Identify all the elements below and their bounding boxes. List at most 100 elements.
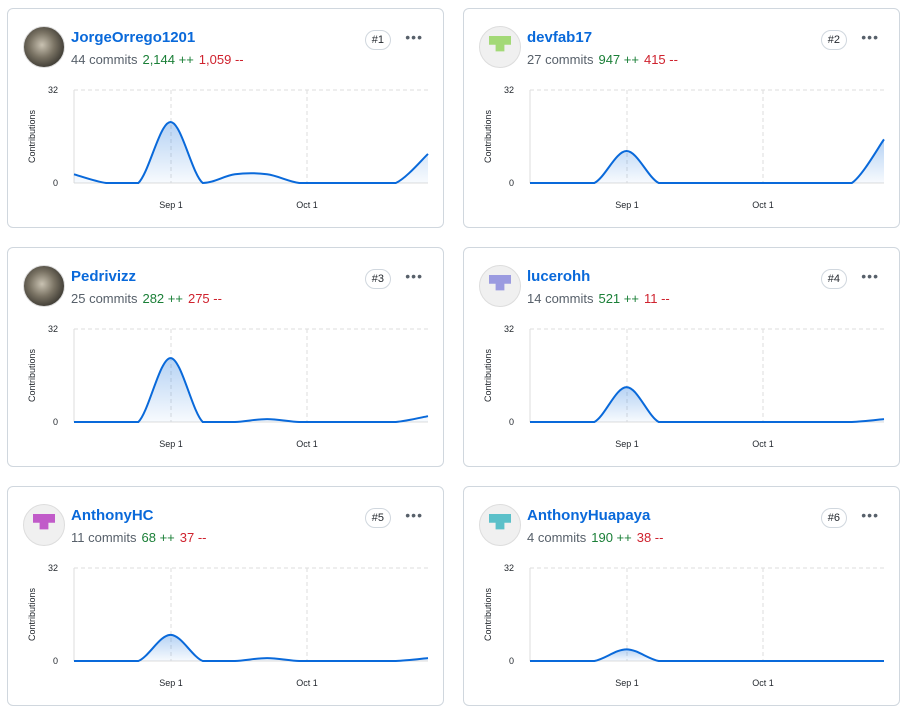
rank-badge: #2	[820, 30, 847, 50]
x-tick-label: Oct 1	[296, 678, 318, 688]
y-tick-label: 32	[504, 85, 514, 95]
commit-count[interactable]: 4 commits	[527, 530, 586, 545]
y-tick-label: 32	[48, 563, 58, 573]
additions-count: 68 ++	[141, 530, 175, 545]
additions-count: 2,144 ++	[142, 52, 194, 67]
rank-badge: #6	[820, 508, 847, 528]
deletions-count: 11 --	[643, 291, 670, 306]
avatar[interactable]	[479, 265, 521, 307]
x-tick-label: Sep 1	[159, 200, 183, 210]
contributor-card: AnthonyHuapaya 4 commits 190 ++ 38 -- #6 •…	[463, 486, 900, 706]
identicon-icon	[33, 514, 55, 530]
contributions-chart: Sep 1 Oct 1 0 32 Contributions	[483, 563, 884, 688]
y-tick-label: 0	[53, 656, 58, 666]
identicon-icon	[489, 36, 511, 52]
x-tick-label: Oct 1	[752, 678, 774, 688]
contributor-card: Pedrivizz 25 commits 282 ++ 275 -- #3 ••• …	[7, 247, 444, 467]
contributions-area	[530, 649, 884, 661]
y-tick-label: 0	[53, 178, 58, 188]
contributions-line	[529, 648, 884, 662]
contributions-area	[530, 139, 884, 183]
contributions-chart: Sep 1 Oct 1 0 32 Contributions	[27, 324, 429, 449]
y-tick-label: 0	[53, 417, 58, 427]
deletions-count: 275 --	[187, 291, 222, 306]
y-axis-label: Contributions	[483, 348, 493, 402]
contributions-line	[529, 386, 885, 424]
contributor-stats: 44 commits 2,144 ++ 1,059 --	[71, 52, 244, 67]
more-options-button[interactable]: •••	[861, 268, 879, 284]
avatar[interactable]	[23, 26, 65, 68]
y-tick-label: 32	[48, 85, 58, 95]
y-tick-label: 0	[509, 417, 514, 427]
y-tick-label: 32	[504, 563, 514, 573]
commit-count[interactable]: 25 commits	[71, 291, 137, 306]
contributor-card: JorgeOrrego1201 44 commits 2,144 ++ 1,059 …	[7, 8, 444, 228]
x-tick-label: Oct 1	[752, 439, 774, 449]
x-tick-label: Oct 1	[752, 200, 774, 210]
rank-badge: #4	[820, 269, 847, 289]
contributions-line	[73, 633, 429, 663]
deletions-count: 415 --	[643, 52, 678, 67]
contributor-name-link[interactable]: AnthonyHC	[71, 507, 154, 524]
contributor-card: AnthonyHC 11 commits 68 ++ 37 -- #5 ••• Se…	[7, 486, 444, 706]
y-axis-label: Contributions	[27, 348, 37, 402]
commit-count[interactable]: 44 commits	[71, 52, 137, 67]
x-tick-label: Sep 1	[615, 678, 639, 688]
x-tick-label: Sep 1	[159, 439, 183, 449]
commit-count[interactable]: 11 commits	[71, 530, 137, 545]
deletions-count: 38 --	[636, 530, 664, 545]
contributions-line	[73, 120, 429, 185]
deletions-count: 1,059 --	[198, 52, 244, 67]
more-options-button[interactable]: •••	[405, 29, 423, 45]
avatar[interactable]	[23, 265, 65, 307]
additions-count: 282 ++	[142, 291, 183, 306]
additions-count: 190 ++	[591, 530, 632, 545]
more-options-button[interactable]: •••	[861, 507, 879, 523]
identicon-icon	[489, 514, 511, 530]
contributor-stats: 25 commits 282 ++ 275 --	[71, 291, 222, 306]
contributions-chart: Sep 1 Oct 1 0 32 Contributions	[27, 563, 429, 688]
rank-badge: #5	[364, 508, 391, 528]
contributions-area	[530, 387, 884, 422]
commit-count[interactable]: 27 commits	[527, 52, 593, 67]
additions-count: 947 ++	[598, 52, 639, 67]
y-axis-label: Contributions	[27, 109, 37, 163]
contributions-area	[74, 358, 428, 422]
contributor-name-link[interactable]: Pedrivizz	[71, 268, 136, 285]
contributor-stats: 11 commits 68 ++ 37 --	[71, 530, 207, 545]
avatar[interactable]	[479, 26, 521, 68]
contributor-name-link[interactable]: lucerohh	[527, 268, 590, 285]
avatar[interactable]	[479, 504, 521, 546]
contributions-chart: Sep 1 Oct 1 0 32 Contributions	[483, 85, 885, 210]
commit-count[interactable]: 14 commits	[527, 291, 593, 306]
additions-count: 521 ++	[598, 291, 639, 306]
contributions-line	[529, 138, 885, 185]
x-tick-label: Sep 1	[615, 439, 639, 449]
contributor-name-link[interactable]: AnthonyHuapaya	[527, 507, 650, 524]
contributions-area	[74, 634, 428, 661]
x-tick-label: Sep 1	[615, 200, 639, 210]
y-axis-label: Contributions	[483, 587, 493, 641]
contributor-name-link[interactable]: devfab17	[527, 29, 592, 46]
identicon-icon	[489, 275, 511, 291]
contributor-name-link[interactable]: JorgeOrrego1201	[71, 29, 195, 46]
x-tick-label: Oct 1	[296, 439, 318, 449]
more-options-button[interactable]: •••	[405, 507, 423, 523]
contributor-stats: 4 commits 190 ++ 38 --	[527, 530, 663, 545]
y-tick-label: 0	[509, 178, 514, 188]
y-tick-label: 0	[509, 656, 514, 666]
y-tick-label: 32	[504, 324, 514, 334]
y-axis-label: Contributions	[27, 587, 37, 641]
contributions-chart: Sep 1 Oct 1 0 32 Contributions	[27, 85, 429, 210]
contributions-line	[73, 357, 429, 424]
contributor-stats: 14 commits 521 ++ 11 --	[527, 291, 670, 306]
more-options-button[interactable]: •••	[405, 268, 423, 284]
x-tick-label: Oct 1	[296, 200, 318, 210]
y-axis-label: Contributions	[483, 109, 493, 163]
contributor-card: devfab17 27 commits 947 ++ 415 -- #2 ••• S…	[463, 8, 900, 228]
contributor-stats: 27 commits 947 ++ 415 --	[527, 52, 678, 67]
x-tick-label: Sep 1	[159, 678, 183, 688]
deletions-count: 37 --	[179, 530, 207, 545]
more-options-button[interactable]: •••	[861, 29, 879, 45]
avatar[interactable]	[23, 504, 65, 546]
